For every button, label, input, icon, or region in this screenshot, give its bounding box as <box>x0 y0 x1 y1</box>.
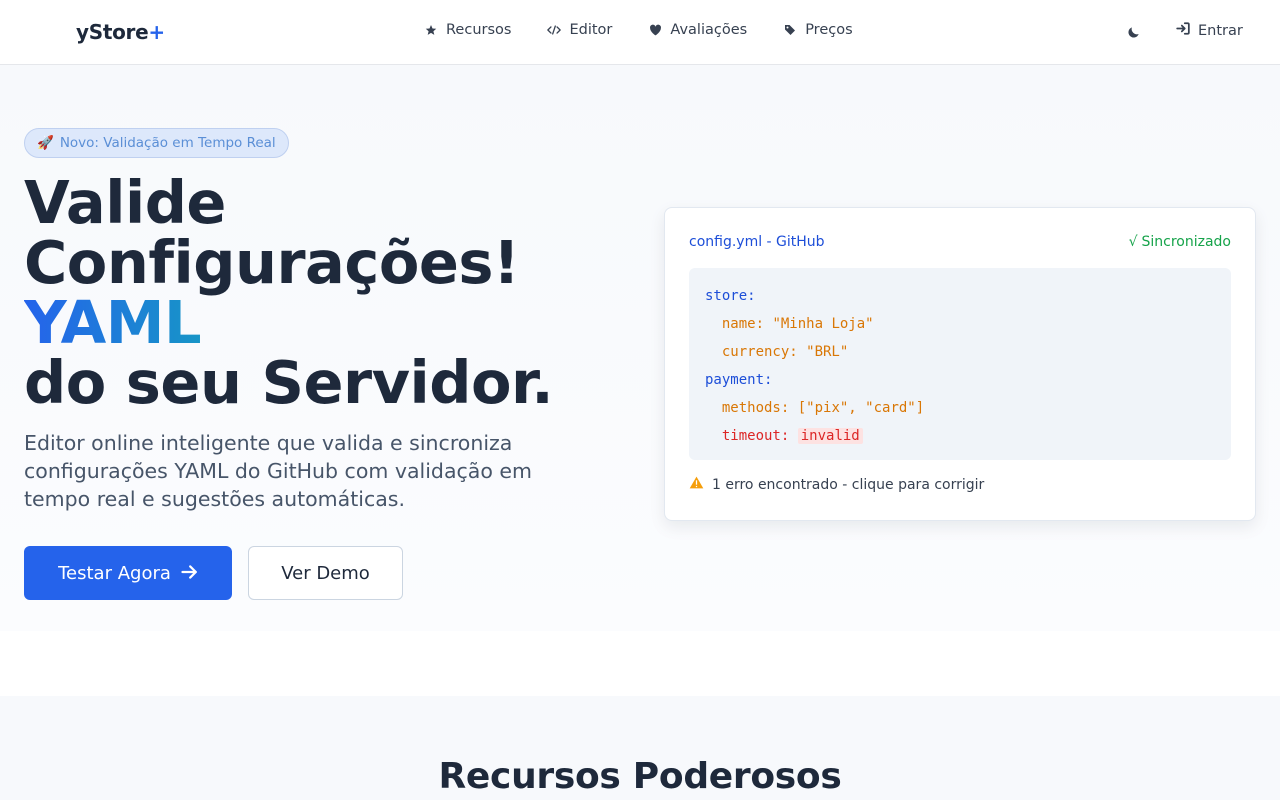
warning-icon <box>689 476 704 493</box>
nav-link-precos[interactable]: Preços <box>783 22 853 38</box>
try-now-button[interactable]: Testar Agora <box>24 546 232 600</box>
headline-line-2: Configurações! <box>24 228 520 297</box>
nav-link-recursos[interactable]: Recursos <box>424 22 511 38</box>
top-navbar: yStore+ Recursos Editor Avaliações Preço… <box>0 0 1280 65</box>
error-text: 1 erro encontrado - clique para corrigir <box>712 476 985 493</box>
view-demo-label: Ver Demo <box>281 562 370 584</box>
hero-subtitle: Editor online inteligente que valida e s… <box>24 431 532 511</box>
headline-line-1: Valide <box>24 168 226 237</box>
nav-link-label: Editor <box>569 22 613 38</box>
try-now-label: Testar Agora <box>58 562 171 584</box>
arrow-right-icon <box>181 563 198 584</box>
code-line: name: "Minha Loja" <box>705 316 874 332</box>
check-icon: √ <box>1128 234 1138 250</box>
code-line: currency: "BRL" <box>705 344 849 360</box>
yaml-code-block[interactable]: store: name: "Minha Loja" currency: "BRL… <box>689 268 1231 460</box>
features-title: Recursos Poderosos <box>438 756 842 797</box>
code-icon <box>547 23 562 37</box>
new-feature-badge: 🚀 Novo: Validação em Tempo Real <box>24 128 289 158</box>
brand-logo[interactable]: yStore+ <box>76 20 165 44</box>
login-label: Entrar <box>1198 22 1243 39</box>
hero-section: 🚀 Novo: Validação em Tempo Real Valide C… <box>0 65 1280 631</box>
nav-link-label: Preços <box>805 22 853 38</box>
code-line: payment: <box>705 372 773 388</box>
code-line: store: <box>705 288 756 304</box>
moon-icon <box>1127 24 1141 43</box>
logo-text: yStore <box>76 20 149 44</box>
headline-line-4: do seu Servidor. <box>24 348 554 417</box>
login-link[interactable]: Entrar <box>1176 22 1243 39</box>
code-line: methods: ["pix", "card"] <box>705 400 925 416</box>
sign-in-icon <box>1176 22 1190 39</box>
nav-link-avaliacoes[interactable]: Avaliações <box>648 22 747 38</box>
nav-link-label: Avaliações <box>670 22 748 38</box>
invalid-value-highlight: invalid <box>797 428 863 444</box>
sync-status: √ Sincronizado <box>1129 234 1231 250</box>
nav-links: Recursos Editor Avaliações Preços <box>424 22 853 38</box>
nav-link-editor[interactable]: Editor <box>547 22 612 38</box>
hero-headline: Valide Configurações! YAML do seu Servid… <box>24 173 644 413</box>
code-line-error: timeout: invalid <box>705 422 1215 450</box>
yaml-editor-card: config.yml - GitHub √ Sincronizado store… <box>664 207 1256 521</box>
logo-plus: + <box>148 20 165 44</box>
validation-error-message[interactable]: 1 erro encontrado - clique para corrigir <box>689 476 984 493</box>
file-title-link[interactable]: config.yml - GitHub <box>689 234 825 250</box>
heart-icon <box>648 23 662 37</box>
sync-status-label: Sincronizado <box>1141 234 1231 250</box>
theme-toggle-button[interactable] <box>1127 24 1143 40</box>
headline-highlight: YAML <box>24 288 202 357</box>
star-icon <box>424 23 438 37</box>
rocket-icon: 🚀 <box>37 135 54 151</box>
badge-text: Novo: Validação em Tempo Real <box>59 135 276 151</box>
tag-icon <box>783 23 797 37</box>
view-demo-button[interactable]: Ver Demo <box>248 546 403 600</box>
nav-link-label: Recursos <box>446 22 512 38</box>
features-section: Recursos Poderosos <box>0 696 1280 800</box>
